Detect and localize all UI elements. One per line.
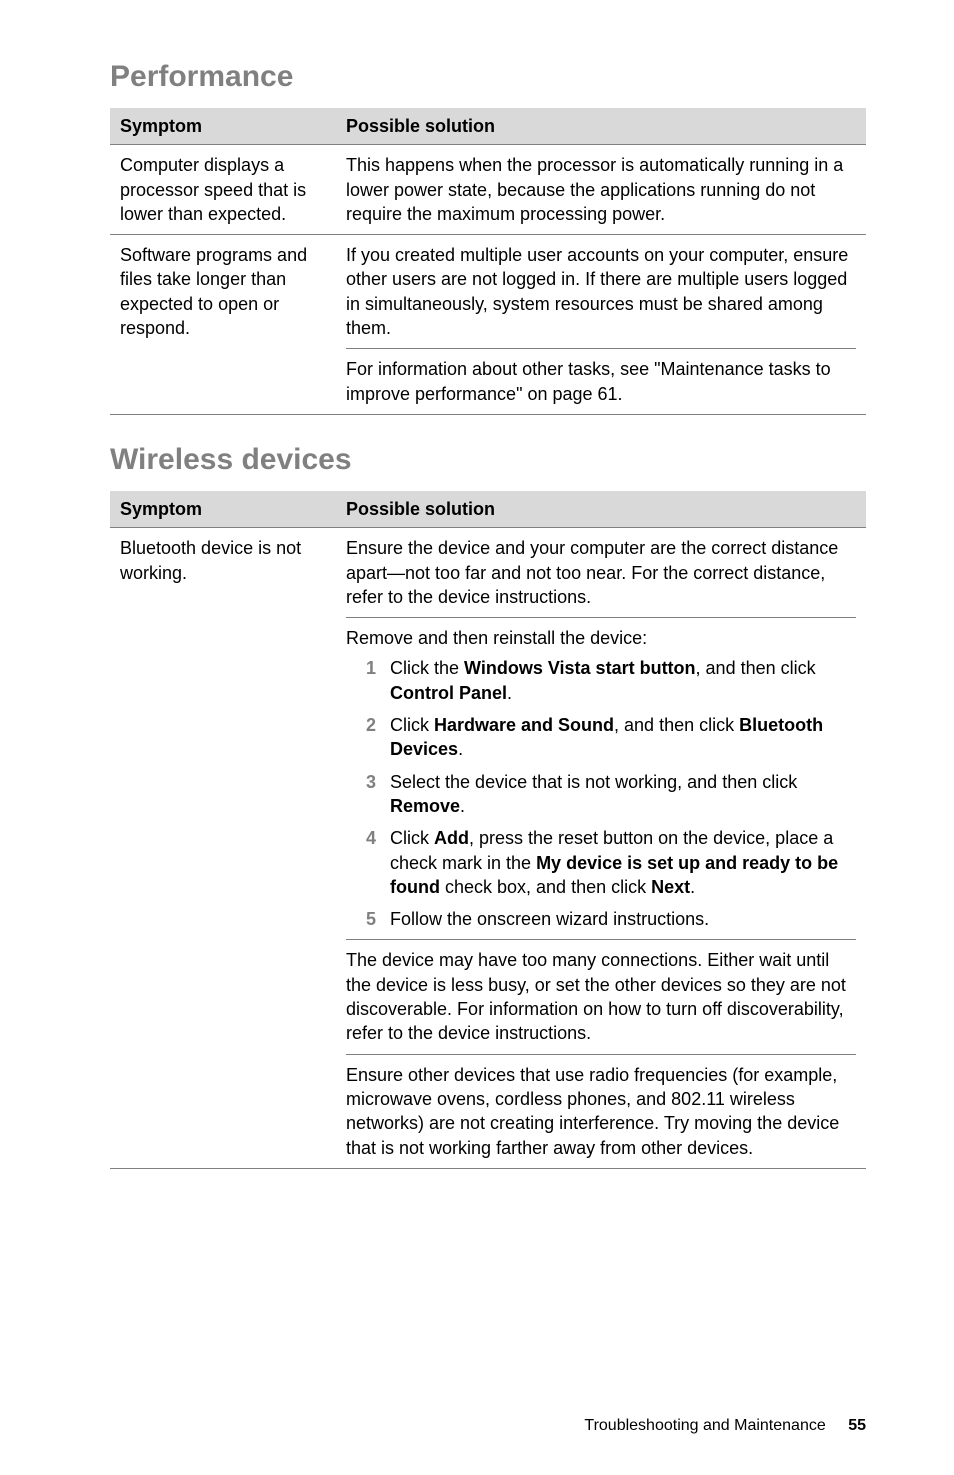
- step-fragment: .: [507, 683, 512, 703]
- page: Performance Symptom Possible solution Co…: [0, 0, 954, 1475]
- step-number: 3: [346, 770, 390, 794]
- step-text: Select the device that is not working, a…: [390, 770, 856, 819]
- step-item: 3 Select the device that is not working,…: [346, 770, 856, 819]
- table-row: Software programs and files take longer …: [110, 235, 866, 415]
- page-footer: Troubleshooting and Maintenance 55: [584, 1417, 866, 1435]
- header-solution: Possible solution: [336, 491, 866, 528]
- step-bold: Windows Vista start button: [464, 658, 696, 678]
- header-symptom: Symptom: [110, 108, 336, 145]
- performance-table: Symptom Possible solution Computer displ…: [110, 108, 866, 415]
- symptom-cell: Computer displays a processor speed that…: [110, 145, 336, 235]
- step-bold: Add: [434, 828, 469, 848]
- solution-block: The device may have too many connections…: [346, 939, 856, 1045]
- step-fragment: .: [460, 796, 465, 816]
- symptom-cell: Bluetooth device is not working.: [110, 528, 336, 1169]
- section-title-wireless: Wireless devices: [110, 443, 866, 477]
- step-fragment: .: [458, 739, 463, 759]
- footer-page-number: 55: [848, 1417, 866, 1434]
- step-number: 4: [346, 826, 390, 850]
- step-fragment: Click: [390, 715, 434, 735]
- step-text: Click the Windows Vista start button, an…: [390, 656, 856, 705]
- solution-cell: This happens when the processor is autom…: [336, 145, 866, 235]
- solution-block: For information about other tasks, see "…: [346, 348, 856, 406]
- step-fragment: Select the device that is not working, a…: [390, 772, 797, 792]
- step-bold: Remove: [390, 796, 460, 816]
- step-bold: Hardware and Sound: [434, 715, 614, 735]
- symptom-cell: Software programs and files take longer …: [110, 235, 336, 415]
- step-fragment: Click: [390, 828, 434, 848]
- step-fragment: Follow the onscreen wizard instructions.: [390, 909, 709, 929]
- footer-label: Troubleshooting and Maintenance: [584, 1417, 825, 1434]
- header-symptom: Symptom: [110, 491, 336, 528]
- step-text: Follow the onscreen wizard instructions.: [390, 907, 856, 931]
- steps-intro: Remove and then reinstall the device:: [346, 626, 856, 650]
- table-row: Bluetooth device is not working. Ensure …: [110, 528, 866, 1169]
- step-item: 4 Click Add, press the reset button on t…: [346, 826, 856, 899]
- solution-block-steps: Remove and then reinstall the device: 1 …: [346, 617, 856, 931]
- step-fragment: Click the: [390, 658, 464, 678]
- step-fragment: check box, and then click: [440, 877, 651, 897]
- table-header-row: Symptom Possible solution: [110, 108, 866, 145]
- solution-cell: Ensure the device and your computer are …: [336, 528, 866, 1169]
- steps-list: 1 Click the Windows Vista start button, …: [346, 656, 856, 931]
- solution-block: Ensure other devices that use radio freq…: [346, 1054, 856, 1160]
- step-fragment: , and then click: [696, 658, 816, 678]
- step-fragment: , and then click: [614, 715, 739, 735]
- wireless-table: Symptom Possible solution Bluetooth devi…: [110, 491, 866, 1169]
- solution-block: Ensure the device and your computer are …: [346, 536, 856, 609]
- step-item: 2 Click Hardware and Sound, and then cli…: [346, 713, 856, 762]
- step-number: 1: [346, 656, 390, 680]
- step-fragment: .: [690, 877, 695, 897]
- step-text: Click Add, press the reset button on the…: [390, 826, 856, 899]
- step-item: 1 Click the Windows Vista start button, …: [346, 656, 856, 705]
- step-number: 5: [346, 907, 390, 931]
- step-item: 5 Follow the onscreen wizard instruction…: [346, 907, 856, 931]
- solution-cell: If you created multiple user accounts on…: [336, 235, 866, 415]
- step-number: 2: [346, 713, 390, 737]
- table-header-row: Symptom Possible solution: [110, 491, 866, 528]
- step-text: Click Hardware and Sound, and then click…: [390, 713, 856, 762]
- step-bold: Next: [651, 877, 690, 897]
- table-row: Computer displays a processor speed that…: [110, 145, 866, 235]
- step-bold: Control Panel: [390, 683, 507, 703]
- section-title-performance: Performance: [110, 60, 866, 94]
- solution-block: This happens when the processor is autom…: [346, 153, 856, 226]
- solution-block: If you created multiple user accounts on…: [346, 243, 856, 340]
- header-solution: Possible solution: [336, 108, 866, 145]
